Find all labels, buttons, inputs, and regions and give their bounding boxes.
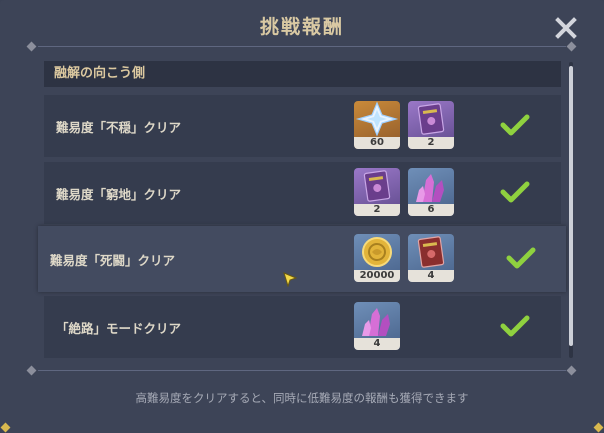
reward-count: 4 [354,338,400,350]
close-button[interactable] [552,14,580,42]
row-label: 難易度「死闘」クリア [50,252,176,268]
row-label: 難易度「窮地」クリア [56,186,182,202]
row-label: 「絶路」モードクリア [56,320,182,336]
reward-slot[interactable]: 2 [408,101,454,149]
reward-row-selected[interactable]: 難易度「死闘」クリア 20000 4 [38,226,566,292]
reward-count: 2 [354,204,400,216]
corner-ornament [0,422,11,433]
check-icon [500,181,530,203]
crystal-star-icon [355,101,399,137]
cursor-icon [283,272,298,287]
reward-slot[interactable]: 4 [354,302,400,350]
reward-slot[interactable]: 6 [408,168,454,216]
reward-slot[interactable]: 20000 [354,234,400,282]
divider-ornament [566,365,577,376]
purple-book-icon [417,103,445,135]
divider-ornament [26,365,37,376]
check-icon [500,315,530,337]
divider-ornament [26,41,37,52]
mora-coin-icon [362,237,392,267]
top-divider [38,46,566,47]
dialog-title: 挑戦報酬 [259,16,344,38]
section-header: 融解の向こう側 [44,61,561,87]
reward-row: 「絶路」モードクリア 4 [44,296,561,358]
challenge-reward-dialog: 挑戦報酬 融解の向こう側 難易度「不穏」クリア 60 2 難易度「窮地」クリア … [0,0,604,433]
reward-row: 難易度「不穏」クリア 60 2 [44,95,561,157]
row-label: 難易度「不穏」クリア [56,119,182,135]
check-icon [506,247,536,269]
scrollbar-thumb[interactable] [569,66,573,346]
pink-crystal-icon [416,174,444,202]
check-icon [500,114,530,136]
reward-slot[interactable]: 4 [408,234,454,282]
reward-slot[interactable]: 2 [354,168,400,216]
reward-count: 60 [354,137,400,149]
reward-count: 20000 [354,270,400,282]
pink-crystal-icon [362,308,390,336]
divider-ornament [566,41,577,52]
corner-ornament [593,422,604,433]
reward-slot[interactable]: 60 [354,101,400,149]
reward-count: 4 [408,270,454,282]
footer-note: 高難易度をクリアすると、同時に低難易度の報酬も獲得できます [135,391,469,405]
purple-book-icon [363,170,391,202]
bottom-divider [38,370,566,371]
reward-count: 6 [408,204,454,216]
reward-count: 2 [408,137,454,149]
reward-row: 難易度「窮地」クリア 2 6 [44,162,561,224]
red-book-icon [417,236,445,268]
close-icon [555,17,577,39]
